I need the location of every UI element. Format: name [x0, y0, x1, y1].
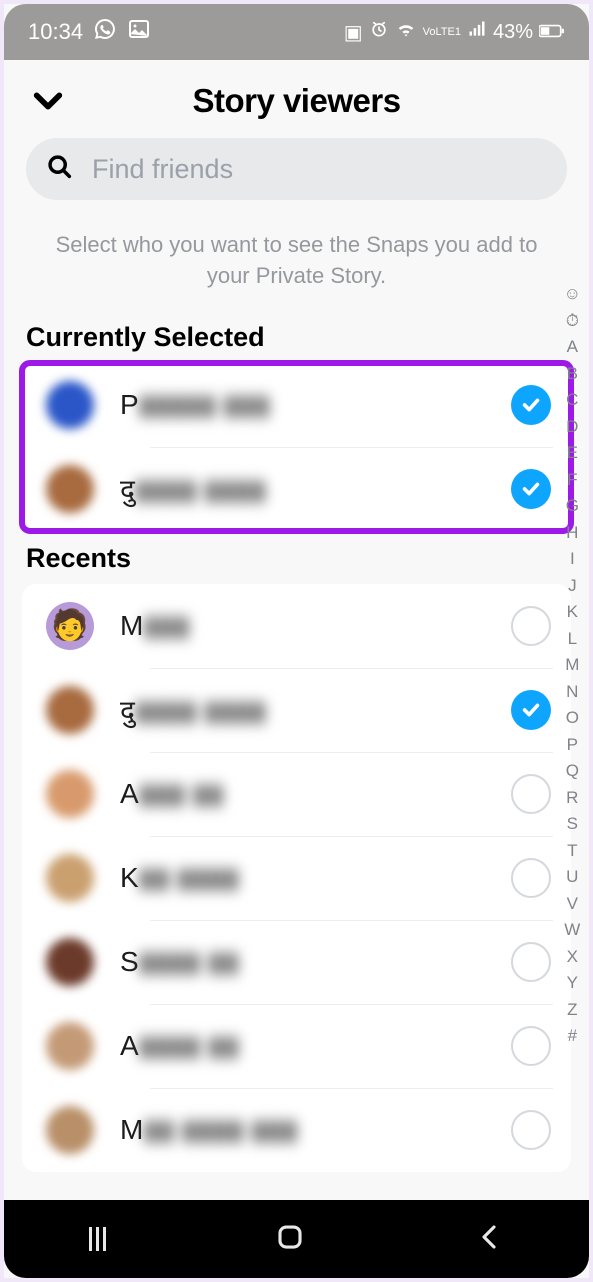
page-title: Story viewers	[192, 82, 400, 119]
image-icon	[127, 17, 151, 47]
avatar	[46, 938, 94, 986]
checkbox-unchecked[interactable]	[511, 942, 551, 982]
avatar	[46, 1106, 94, 1154]
checkbox-checked[interactable]	[511, 469, 551, 509]
alpha-index-item[interactable]: F	[564, 470, 581, 488]
friend-name: S▮▮▮▮ ▮▮	[120, 945, 511, 978]
friend-row[interactable]: दु▮▮▮▮ ▮▮▮▮	[22, 447, 571, 531]
alpha-index-item[interactable]: ⏱	[564, 311, 581, 329]
friend-row[interactable]: 🧑 M▮▮▮	[22, 584, 571, 668]
alpha-index-item[interactable]: K	[564, 602, 581, 620]
alpha-index-item[interactable]: L	[564, 629, 581, 647]
alpha-index-item[interactable]: D	[564, 417, 581, 435]
alpha-index-item[interactable]: P	[564, 735, 581, 753]
whatsapp-icon	[93, 17, 117, 47]
alpha-index-item[interactable]: I	[564, 549, 581, 567]
avatar	[46, 381, 94, 429]
alpha-index-item[interactable]: B	[564, 364, 581, 382]
alphabet-index[interactable]: ☺ ⏱ ABCDEFGHIJKLMNOPQRSTUVWXYZ #	[564, 284, 581, 1194]
recents-list: 🧑 M▮▮▮ दु▮▮▮▮ ▮▮▮▮ A▮▮▮ ▮▮ K▮▮ ▮▮▮▮ S▮▮▮▮ ▮▮ A…	[22, 584, 571, 1172]
wifi-icon	[395, 18, 417, 46]
alpha-index-item[interactable]: S	[564, 814, 581, 832]
alpha-index-item[interactable]: E	[564, 443, 581, 461]
section-title-recents: Recents	[4, 531, 589, 584]
android-nav-bar	[4, 1200, 589, 1278]
chevron-down-icon	[31, 84, 65, 118]
avatar: 🧑	[46, 602, 94, 650]
alpha-index-item[interactable]: J	[564, 576, 581, 594]
alpha-index-item[interactable]: O	[564, 708, 581, 726]
checkbox-unchecked[interactable]	[511, 858, 551, 898]
alpha-index-item[interactable]: W	[564, 920, 581, 938]
alarm-icon	[369, 19, 389, 45]
friend-name: A▮▮▮ ▮▮	[120, 777, 511, 810]
checkbox-unchecked[interactable]	[511, 606, 551, 646]
avatar	[46, 686, 94, 734]
friend-row[interactable]: दु▮▮▮▮ ▮▮▮▮	[22, 668, 571, 752]
nav-recents-button[interactable]	[89, 1227, 106, 1251]
section-title-selected: Currently Selected	[4, 310, 589, 363]
checkbox-checked[interactable]	[511, 690, 551, 730]
friend-name: दु▮▮▮▮ ▮▮▮▮	[120, 691, 511, 729]
avatar	[46, 1022, 94, 1070]
avatar	[46, 854, 94, 902]
alpha-index-item[interactable]: X	[564, 947, 581, 965]
search-field[interactable]	[26, 138, 567, 200]
alpha-index-item[interactable]: N	[564, 682, 581, 700]
friend-row[interactable]: S▮▮▮▮ ▮▮	[22, 920, 571, 1004]
friend-row[interactable]: M▮▮ ▮▮▮▮ ▮▮▮	[22, 1088, 571, 1172]
checkbox-checked[interactable]	[511, 385, 551, 425]
friend-name: दु▮▮▮▮ ▮▮▮▮	[120, 470, 511, 508]
alpha-index-item[interactable]: Q	[564, 761, 581, 779]
alpha-index-item[interactable]: #	[564, 1026, 581, 1044]
checkbox-unchecked[interactable]	[511, 1110, 551, 1150]
alpha-index-item[interactable]: V	[564, 894, 581, 912]
instruction-text: Select who you want to see the Snaps you…	[4, 200, 589, 310]
alpha-index-item[interactable]: C	[564, 390, 581, 408]
avatar	[46, 465, 94, 513]
friend-name: M▮▮▮	[120, 609, 511, 642]
checkbox-unchecked[interactable]	[511, 1026, 551, 1066]
alpha-index-item[interactable]: G	[564, 496, 581, 514]
battery-percent: 43%	[493, 21, 533, 44]
nav-home-button[interactable]	[275, 1222, 305, 1257]
search-icon	[46, 153, 74, 186]
signal-icon	[467, 19, 487, 45]
friend-name: K▮▮ ▮▮▮▮	[120, 861, 511, 894]
close-chevron-button[interactable]	[24, 84, 72, 118]
friend-row[interactable]: A▮▮▮▮ ▮▮	[22, 1004, 571, 1088]
status-time: 10:34	[28, 19, 83, 45]
friend-name: A▮▮▮▮ ▮▮	[120, 1029, 511, 1062]
alpha-index-item[interactable]: ☺	[564, 284, 581, 302]
modal-header: Story viewers	[4, 60, 589, 138]
search-input[interactable]	[92, 154, 547, 185]
alpha-index-item[interactable]: U	[564, 867, 581, 885]
alpha-index-item[interactable]: A	[564, 337, 581, 355]
android-status-bar: 10:34 ▣ VoLTE1 43%	[4, 4, 589, 60]
friend-row[interactable]: K▮▮ ▮▮▮▮	[22, 836, 571, 920]
alpha-index-item[interactable]: Z	[564, 1000, 581, 1018]
alpha-index-item[interactable]: R	[564, 788, 581, 806]
alpha-index-item[interactable]: M	[564, 655, 581, 673]
volte-indicator: VoLTE1	[423, 27, 461, 38]
nav-back-button[interactable]	[474, 1222, 504, 1257]
battery-saver-icon: ▣	[344, 20, 363, 45]
friend-row[interactable]: A▮▮▮ ▮▮	[22, 752, 571, 836]
checkbox-unchecked[interactable]	[511, 774, 551, 814]
alpha-index-item[interactable]: Y	[564, 973, 581, 991]
alpha-index-item[interactable]: H	[564, 523, 581, 541]
friend-name: P▮▮▮▮▮ ▮▮▮	[120, 388, 511, 421]
friend-row[interactable]: P▮▮▮▮▮ ▮▮▮	[22, 363, 571, 447]
friend-name: M▮▮ ▮▮▮▮ ▮▮▮	[120, 1113, 511, 1146]
avatar	[46, 770, 94, 818]
selected-list: P▮▮▮▮▮ ▮▮▮ दु▮▮▮▮ ▮▮▮▮	[22, 363, 571, 531]
battery-icon	[539, 21, 565, 44]
alpha-index-item[interactable]: T	[564, 841, 581, 859]
